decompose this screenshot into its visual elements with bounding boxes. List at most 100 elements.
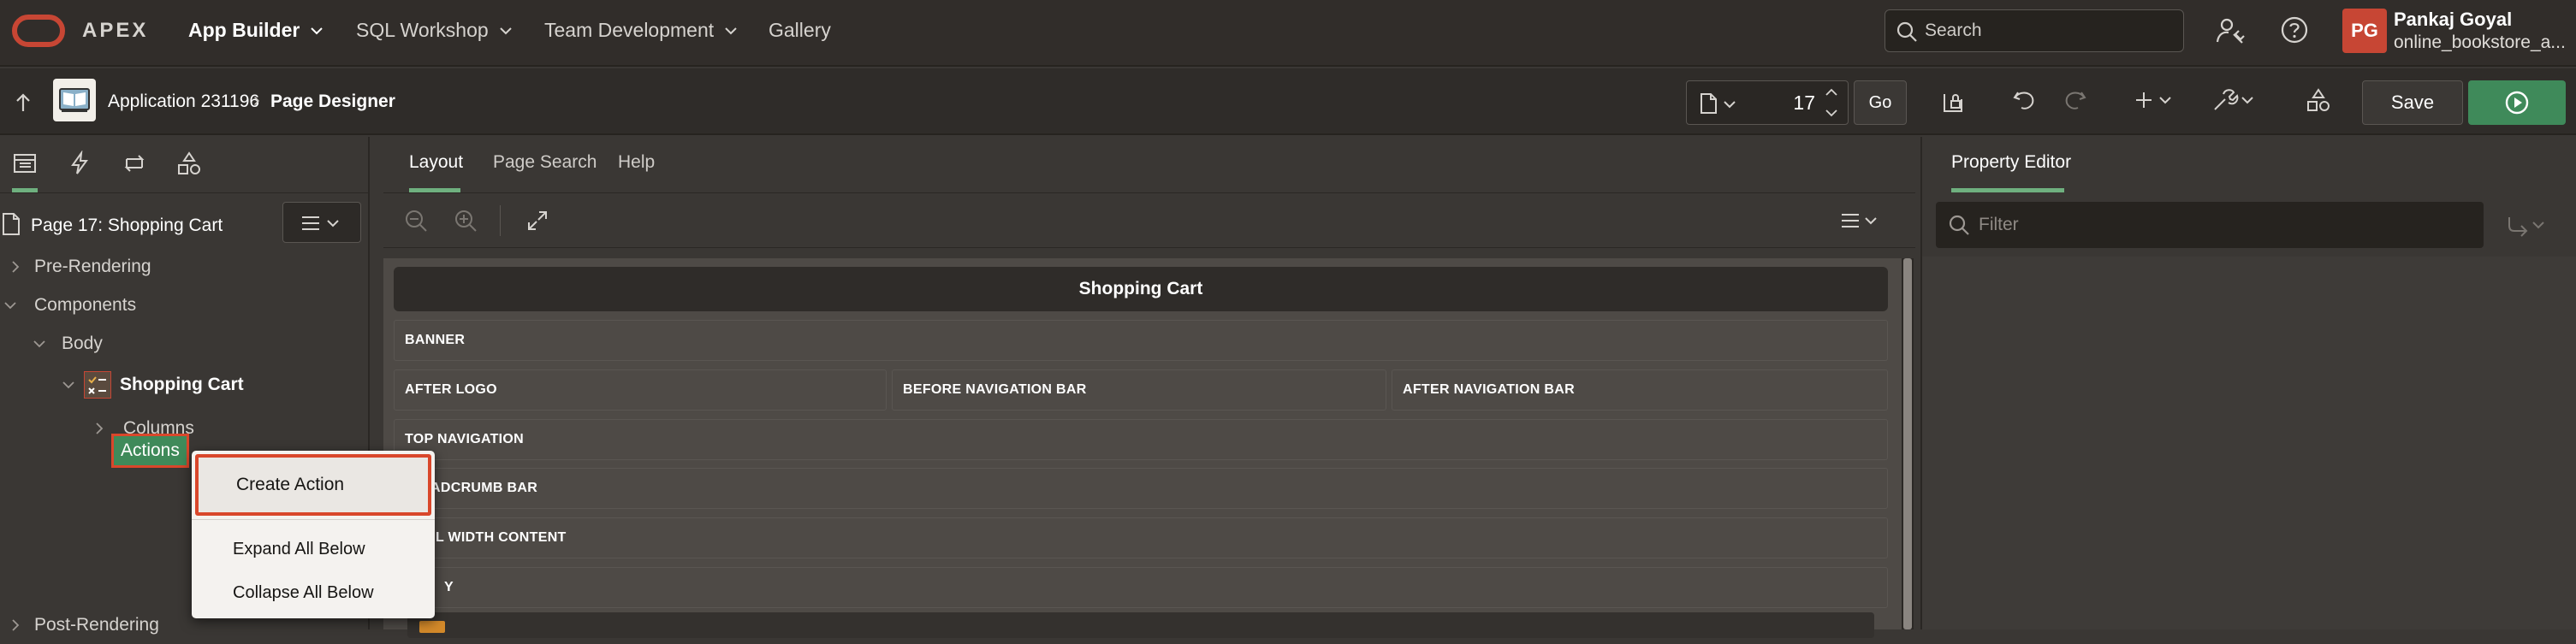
application-name[interactable]: Application 231196 (108, 92, 259, 112)
breadcrumb-separator: › (253, 88, 260, 110)
nav-team-development[interactable]: Team Development (544, 19, 738, 42)
processing-tab-icon[interactable] (122, 151, 147, 176)
oracle-logo-icon[interactable] (12, 14, 65, 48)
menu-item-expand-all-below[interactable]: Expand All Below (233, 540, 365, 559)
top-navigation-bar: APEX App Builder SQL Workshop Team Devel… (0, 0, 2576, 67)
chevron-right-icon[interactable] (0, 260, 31, 274)
help-icon[interactable] (2280, 15, 2309, 44)
go-button[interactable]: Go (1854, 80, 1907, 125)
search-icon (1948, 214, 1970, 236)
region-banner[interactable]: BANNER (394, 320, 1888, 361)
tree-node-body[interactable]: Body (29, 323, 103, 364)
region-full-width-content[interactable]: L WIDTH CONTENT (394, 517, 1888, 558)
tree-node-label: Shopping Cart (120, 375, 244, 394)
stepper-down-icon[interactable] (1824, 107, 1839, 119)
utilities-wrench-icon[interactable] (2211, 87, 2256, 113)
region-before-navigation-bar[interactable]: BEFORE NAVIGATION BAR (892, 369, 1386, 411)
page-selector[interactable] (1686, 80, 1849, 125)
play-icon (2504, 90, 2530, 115)
tab-layout[interactable]: Layout (409, 152, 463, 173)
page-designer-toolbar: Application 231196 › Page Designer Go Sa… (0, 68, 2576, 135)
page-designer-label: Page Designer (270, 92, 395, 111)
nav-sql-workshop[interactable]: SQL Workshop (356, 19, 513, 42)
chevron-right-icon[interactable] (89, 422, 110, 435)
chevron-down-icon (499, 27, 513, 35)
dynamic-actions-tab-icon[interactable] (67, 151, 92, 176)
search-input[interactable] (1925, 10, 2173, 51)
property-filter[interactable] (1936, 202, 2484, 248)
nav-gallery-label: Gallery (769, 19, 831, 41)
nav-gallery[interactable]: Gallery (769, 19, 831, 42)
region-breadcrumb-bar[interactable]: ADCRUMB BAR (394, 468, 1888, 509)
create-menu-icon[interactable] (2134, 87, 2175, 113)
scrollbar-thumb[interactable] (1903, 258, 1912, 629)
menu-lines-icon (300, 213, 345, 233)
tree-menu-button[interactable] (282, 202, 361, 243)
save-button[interactable]: Save (2362, 80, 2463, 125)
tree-node-label: Components (34, 295, 137, 315)
nav-app-builder[interactable]: App Builder (188, 19, 323, 42)
filter-input[interactable] (1979, 202, 2475, 248)
chevron-down-icon[interactable] (29, 339, 50, 349)
page-icon (2, 212, 21, 236)
expand-icon[interactable] (525, 209, 549, 233)
chevron-down-icon[interactable] (1723, 100, 1736, 109)
body-region-content[interactable] (407, 612, 1874, 638)
application-icon[interactable] (53, 79, 96, 121)
layout-menu-icon[interactable] (1840, 210, 1883, 231)
menu-item-create-action[interactable]: Create Action (195, 454, 431, 516)
run-button[interactable] (2468, 80, 2566, 125)
tab-page-search[interactable]: Page Search (493, 152, 597, 173)
go-to-group-icon[interactable] (2504, 214, 2547, 238)
administration-icon[interactable] (2215, 15, 2246, 46)
layout-canvas[interactable]: Shopping Cart BANNER AFTER LOGO BEFORE N… (383, 258, 1907, 638)
region-after-logo[interactable]: AFTER LOGO (394, 369, 887, 411)
page-title-bar[interactable]: Shopping Cart (394, 267, 1888, 311)
region-type-icon (419, 621, 445, 633)
tree-node-post-rendering[interactable]: Post-Rendering (0, 606, 159, 644)
user-workspace[interactable]: online_bookstore_a... (2394, 32, 2566, 53)
tree-node-label: Post-Rendering (34, 615, 159, 635)
shared-components-icon[interactable] (2306, 87, 2331, 113)
tree-node-region-shopping-cart[interactable]: Shopping Cart (58, 364, 244, 405)
shared-components-tab-icon[interactable] (176, 151, 202, 176)
tree-node-pre-rendering[interactable]: Pre-Rendering (0, 246, 151, 287)
stepper-up-icon[interactable] (1824, 86, 1839, 98)
chevron-right-icon[interactable] (0, 618, 31, 632)
apex-brand[interactable]: APEX (82, 19, 148, 43)
layout-toolbar (383, 193, 1915, 248)
chevron-down-icon[interactable] (0, 300, 21, 310)
chevron-down-icon[interactable] (58, 380, 79, 390)
center-panel-tabs: Layout Page Search Help (383, 137, 1915, 193)
tree-node-label: Body (62, 334, 103, 353)
rendering-tab-icon[interactable] (12, 151, 38, 176)
avatar[interactable]: PG (2342, 9, 2387, 53)
tab-property-editor[interactable]: Property Editor (1951, 152, 2071, 173)
tree-node-actions[interactable]: Actions (111, 434, 189, 468)
tab-help[interactable]: Help (618, 152, 655, 173)
layout-panel: Layout Page Search Help Shopping Cart BA… (383, 137, 1915, 638)
page-number-input[interactable] (1764, 81, 1815, 124)
zoom-in-icon[interactable] (454, 209, 478, 233)
user-name[interactable]: Pankaj Goyal (2394, 9, 2512, 31)
nav-sql-workshop-label: SQL Workshop (356, 19, 489, 41)
menu-item-collapse-all-below[interactable]: Collapse All Below (233, 583, 374, 603)
page-node-label: Page 17: Shopping Cart (31, 216, 223, 235)
menu-divider (192, 519, 435, 520)
page-icon (1699, 92, 1718, 115)
active-tab-indicator (409, 188, 460, 192)
arrow-up-icon[interactable] (14, 92, 33, 113)
nav-app-builder-label: App Builder (188, 19, 300, 41)
canvas-scrollbar[interactable] (1902, 258, 1914, 629)
zoom-out-icon[interactable] (404, 209, 428, 233)
undo-icon[interactable] (2011, 87, 2037, 113)
lock-page-icon[interactable] (1941, 87, 1967, 115)
region-after-navigation-bar[interactable]: AFTER NAVIGATION BAR (1392, 369, 1888, 411)
region-body[interactable]: Y (394, 567, 1888, 608)
global-search[interactable] (1885, 9, 2184, 52)
region-top-navigation[interactable]: TOP NAVIGATION (394, 419, 1888, 460)
tree-node-components[interactable]: Components (0, 285, 136, 326)
tree-context-menu: Create Action Expand All Below Collapse … (192, 451, 435, 618)
nav-team-development-label: Team Development (544, 19, 715, 41)
redo-icon[interactable] (2063, 87, 2088, 113)
